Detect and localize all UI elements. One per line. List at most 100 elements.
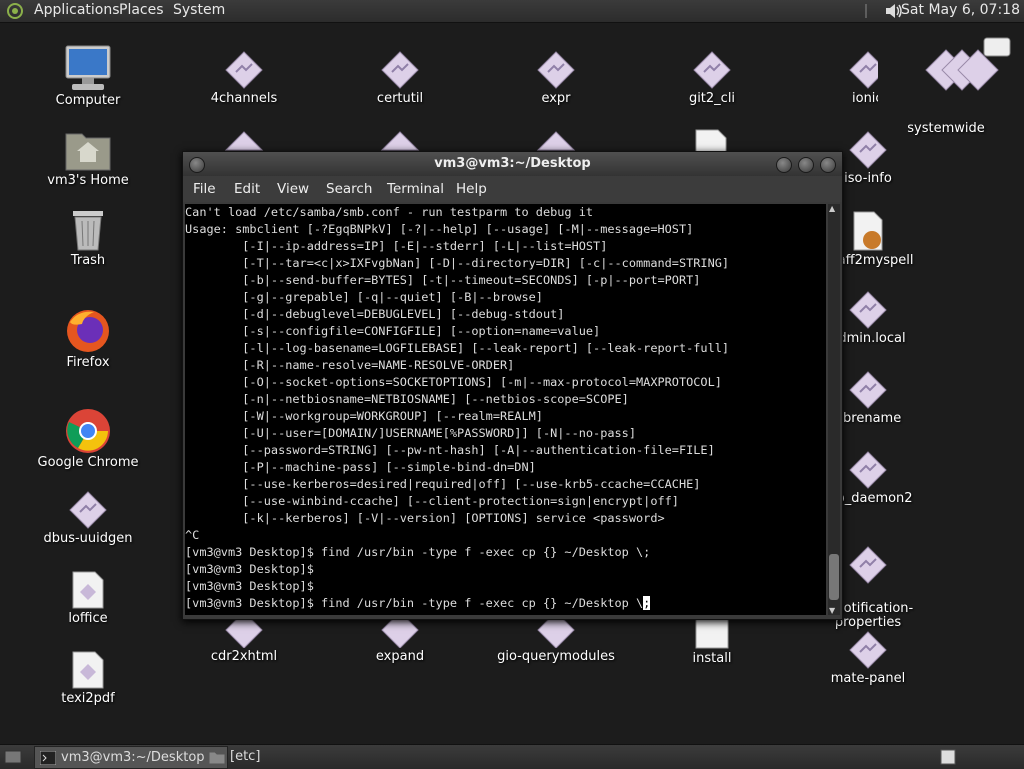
desktop-icon-mate-panel[interactable]: mate-panel (808, 630, 928, 686)
terminal-line: [--password=STRING] [--pw-nt-hash] [-A|-… (185, 443, 715, 457)
overlapping-icons-stack[interactable] (922, 36, 1022, 106)
executable-icon (849, 371, 887, 409)
terminal-input-text: [vm3@vm3 Desktop]$ find /usr/bin -type f… (185, 596, 644, 610)
desktop-icon-loffice[interactable]: loffice (28, 570, 148, 626)
terminal-line: [-W|--workgroup=WORKGROUP] [--realm=REAL… (185, 409, 543, 423)
executable-icon (849, 451, 887, 489)
script-icon (72, 571, 104, 609)
desktop-icon-label: Computer (55, 93, 121, 108)
terminal-prompt-line[interactable]: [vm3@vm3 Desktop]$ find /usr/bin -type f… (185, 595, 826, 612)
terminal-output[interactable]: Can't load /etc/samba/smb.conf - run tes… (185, 204, 826, 615)
minimize-button[interactable] (776, 157, 792, 173)
terminal-window[interactable]: vm3@vm3:~/Desktop File Edit View Search … (182, 151, 843, 620)
desktop-icon-ionice[interactable]: ionice (808, 50, 878, 106)
terminal-line: [-P|--machine-pass] [--simple-bind-dn=DN… (185, 460, 536, 474)
terminal-line: [-U|--user=[DOMAIN/]USERNAME[%PASSWORD]]… (185, 426, 637, 440)
terminal-line: [-g|--grepable] [-q|--quiet] [-B|--brows… (185, 290, 543, 304)
desktop-icon-dbus-uuidgen[interactable]: dbus-uuidgen (28, 490, 148, 546)
taskbar-item-label: vm3@vm3:~/Desktop (61, 750, 205, 765)
executable-icon (69, 491, 107, 529)
executable-icon (925, 37, 1011, 91)
text-cursor: ; (643, 596, 651, 610)
trash-icon (73, 211, 103, 251)
menu-file[interactable]: File (193, 181, 216, 197)
terminal-line: [-R|--name-resolve=NAME-RESOLVE-ORDER] (185, 358, 515, 372)
executable-icon (225, 51, 263, 89)
desktop-icon-home[interactable]: vm3's Home (28, 128, 148, 188)
window-menu-button[interactable] (189, 157, 205, 173)
desktop-icon-trash[interactable]: Trash (28, 208, 148, 268)
desktop-icon-label: certutil (376, 91, 424, 106)
desktop-icon-label: expr (541, 91, 571, 106)
desktop-icon-label: vm3's Home (47, 173, 129, 188)
desktop-icon-expr[interactable]: expr (496, 50, 616, 106)
terminal-titlebar[interactable]: vm3@vm3:~/Desktop (183, 152, 842, 176)
terminal-line: Can't load /etc/samba/smb.conf - run tes… (185, 205, 594, 219)
scroll-down-arrow-icon[interactable]: ▼ (829, 606, 835, 615)
mate-logo-icon[interactable] (6, 2, 24, 20)
terminal-line: [-d|--debuglevel=DEBUGLEVEL] [--debug-st… (185, 307, 565, 321)
terminal-menubar: File Edit View Search Terminal Help (183, 176, 842, 202)
terminal-line: [-O|--socket-options=SOCKETOPTIONS] [-m|… (185, 375, 722, 389)
terminal-scrollbar[interactable]: ▲ ▼ (828, 204, 840, 615)
maximize-button[interactable] (798, 157, 814, 173)
terminal-line: [vm3@vm3 Desktop]$ (185, 579, 314, 593)
taskbar-item-etc[interactable]: [etc] (204, 746, 350, 767)
computer-icon (65, 45, 111, 90)
terminal-line: [-n|--netbiosname=NETBIOSNAME] [--netbio… (185, 392, 629, 406)
bottom-panel: vm3@vm3:~/Desktop [etc] (0, 744, 1024, 769)
desktop-icon-label: install (692, 651, 732, 666)
chrome-icon (66, 409, 110, 453)
system-menu[interactable]: System (173, 2, 225, 18)
close-button[interactable] (820, 157, 836, 173)
desktop-icon-git2-cli[interactable]: git2_cli (652, 50, 772, 106)
menu-edit[interactable]: Edit (234, 181, 260, 197)
home-folder-icon (65, 133, 111, 171)
top-panel: Applications Places System Sat May 6, 07… (0, 0, 1024, 23)
terminal-line: [-T|--tar=<c|x>IXFvgbNan] [-D|--director… (185, 256, 730, 270)
executable-icon (381, 51, 419, 89)
separator-icon (865, 4, 867, 18)
desktop-icon-label: git2_cli (688, 91, 736, 106)
desktop-icon-certutil[interactable]: certutil (340, 50, 460, 106)
desktop-icon-label: Google Chrome (37, 455, 139, 470)
desktop-icon-texi2pdf[interactable]: texi2pdf (28, 650, 148, 706)
terminal-line: [vm3@vm3 Desktop]$ find /usr/bin -type f… (185, 545, 651, 559)
desktop-icon-label: loffice (68, 611, 108, 626)
workspace-switcher-icon[interactable] (940, 749, 956, 765)
menu-view[interactable]: View (277, 181, 309, 197)
menu-search[interactable]: Search (326, 181, 372, 197)
executable-icon (849, 631, 887, 669)
executable-icon (693, 51, 731, 89)
show-desktop-icon[interactable] (4, 749, 22, 765)
desktop-icon-chrome[interactable]: Google Chrome (28, 408, 148, 470)
taskbar-item-label: [etc] (230, 749, 261, 764)
terminal-line: Usage: smbclient [-?EgqBNPkV] [-?|--help… (185, 222, 694, 236)
scroll-up-arrow-icon[interactable]: ▲ (829, 204, 835, 213)
firefox-icon (67, 310, 109, 352)
desktop-icon-label: dbus-uuidgen (43, 531, 133, 546)
terminal-line: [-l|--log-basename=LOGFILEBASE] [--leak-… (185, 341, 730, 355)
applications-menu[interactable]: Applications (34, 2, 120, 18)
desktop-icon-label: Trash (70, 253, 106, 268)
desktop-icon-label: ionice (852, 91, 878, 106)
terminal-line: [-s|--configfile=CONFIGFILE] [--option=n… (185, 324, 601, 338)
desktop-icon-label: gio-querymodules (497, 649, 615, 664)
terminal-line: [--use-winbind-ccache] [--client-protect… (185, 494, 679, 508)
menu-terminal[interactable]: Terminal (387, 181, 444, 197)
terminal-line: [-b|--send-buffer=BYTES] [-t|--timeout=S… (185, 273, 701, 287)
desktop-icon-label: cdr2xhtml (210, 649, 278, 664)
scrollbar-thumb[interactable] (829, 554, 839, 600)
taskbar-item-terminal[interactable]: vm3@vm3:~/Desktop (34, 746, 228, 769)
clock[interactable]: Sat May 6, 07:18 (901, 2, 1020, 18)
menu-help[interactable]: Help (456, 181, 487, 197)
desktop-icon-label: Firefox (66, 355, 110, 370)
desktop-icon-label: expand (375, 649, 425, 664)
desktop-icon-firefox[interactable]: Firefox (28, 308, 148, 370)
desktop-icon-computer[interactable]: Computer (28, 44, 148, 108)
folder-icon (209, 751, 225, 764)
places-menu[interactable]: Places (119, 2, 164, 18)
desktop-icon-install[interactable]: install (652, 612, 772, 666)
desktop-icon-4channels[interactable]: 4channels (184, 50, 304, 106)
terminal-line: [-k|--kerberos] [-V|--version] [OPTIONS]… (185, 511, 665, 525)
